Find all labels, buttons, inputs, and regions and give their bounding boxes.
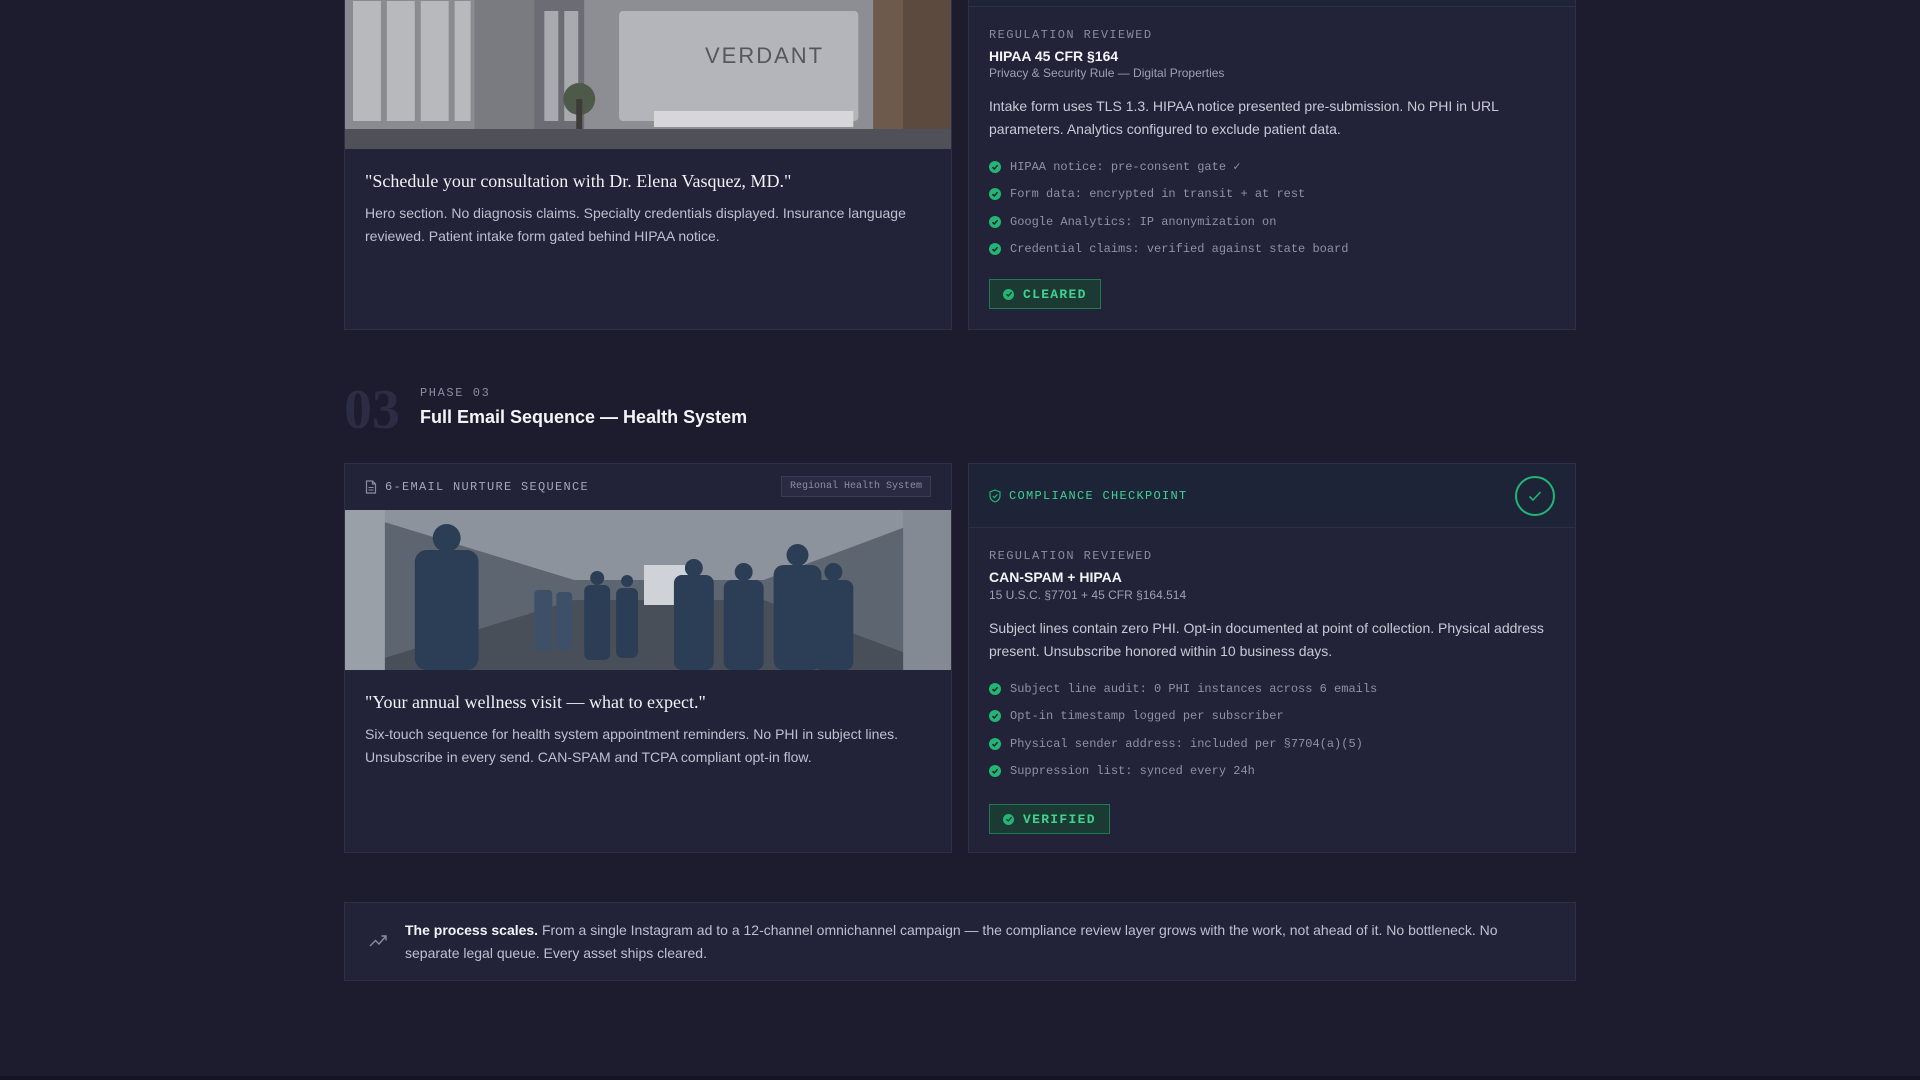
check-item: Physical sender address: included per §7… <box>989 730 1555 758</box>
trending-up-icon <box>369 934 387 953</box>
asset-card-hero: VERDANT "Schedule your consultation with… <box>344 0 952 330</box>
asset-card-email: 6-EMAIL NURTURE SEQUENCE Regional Health… <box>344 463 952 853</box>
check-item: Opt-in timestamp logged per subscriber <box>989 703 1555 731</box>
regulation-subtitle: Privacy & Security Rule — Digital Proper… <box>989 66 1225 80</box>
scale-body: From a single Instagram ad to a 12-chann… <box>405 922 1498 961</box>
checkpoint-head-strip <box>969 0 1575 7</box>
check-item: HIPAA notice: pre-consent gate ✓ <box>989 153 1555 181</box>
regulation-title: CAN-SPAM + HIPAA <box>989 569 1122 585</box>
regulation-title: HIPAA 45 CFR §164 <box>989 48 1119 64</box>
check-circle-icon <box>989 737 1001 750</box>
scale-lead: The process scales. <box>405 922 539 938</box>
phase-number: 03 <box>344 379 400 441</box>
regulation-label: REGULATION REVIEWED <box>989 549 1153 563</box>
asset-card-head: 6-EMAIL NURTURE SEQUENCE Regional Health… <box>345 464 951 509</box>
hospital-staff-photo <box>345 510 951 670</box>
check-circle-icon <box>1003 813 1014 825</box>
check-item: Form data: encrypted in transit + at res… <box>989 181 1555 209</box>
regulation-body: Intake form uses TLS 1.3. HIPAA notice p… <box>989 98 1499 137</box>
asset-quote: "Schedule your consultation with Dr. Ele… <box>365 171 792 191</box>
scale-callout: The process scales. From a single Instag… <box>344 902 1576 981</box>
client-tag: Regional Health System <box>780 476 931 497</box>
photo-sign-text: VERDANT <box>705 43 825 68</box>
check-item: Suppression list: synced every 24h <box>989 758 1555 786</box>
status-badge-cleared: CLEARED <box>989 279 1101 309</box>
checkpoint-label: COMPLIANCE CHECKPOINT <box>1009 488 1188 503</box>
lobby-photo: VERDANT <box>345 0 951 149</box>
check-item: Subject line audit: 0 PHI instances acro… <box>989 675 1555 703</box>
asset-type-label: 6-EMAIL NURTURE SEQUENCE <box>385 479 590 494</box>
checkpoint-head: COMPLIANCE CHECKPOINT <box>969 464 1575 528</box>
check-circle-icon <box>989 682 1001 695</box>
check-circle-icon <box>989 188 1001 201</box>
asset-quote: "Your annual wellness visit — what to ex… <box>365 692 706 712</box>
check-list: Subject line audit: 0 PHI instances acro… <box>989 675 1555 785</box>
asset-description: Six-touch sequence for health system app… <box>365 726 899 765</box>
check-circle-icon <box>989 160 1001 173</box>
check-circle-icon <box>989 215 1001 228</box>
asset-description: Hero section. No diagnosis claims. Speci… <box>365 205 906 244</box>
regulation-body: Subject lines contain zero PHI. Opt-in d… <box>989 620 1544 659</box>
check-circle-icon <box>989 765 1001 778</box>
regulation-label: REGULATION REVIEWED <box>989 28 1153 42</box>
check-list: HIPAA notice: pre-consent gate ✓ Form da… <box>989 153 1555 263</box>
document-icon <box>365 479 377 494</box>
phase-label: PHASE 03 <box>420 386 491 400</box>
check-circle-icon <box>1515 475 1555 516</box>
checkpoint-card-hipaa: REGULATION REVIEWED HIPAA 45 CFR §164 Pr… <box>968 0 1576 330</box>
bottom-edge <box>0 1076 1920 1080</box>
shield-check-icon <box>989 488 1001 503</box>
check-item: Credential claims: verified against stat… <box>989 236 1555 264</box>
check-item: Google Analytics: IP anonymization on <box>989 208 1555 236</box>
status-badge-verified: VERIFIED <box>989 804 1110 834</box>
checkpoint-card-canspam: COMPLIANCE CHECKPOINT REGULATION REVIEWE… <box>968 463 1576 853</box>
regulation-subtitle: 15 U.S.C. §7701 + 45 CFR §164.514 <box>989 588 1187 602</box>
check-circle-icon <box>989 243 1001 256</box>
scale-text: The process scales. From a single Instag… <box>405 919 1505 965</box>
check-circle-icon <box>989 710 1001 723</box>
check-circle-icon <box>1003 288 1014 300</box>
phase-title: Full Email Sequence — Health System <box>420 407 748 427</box>
